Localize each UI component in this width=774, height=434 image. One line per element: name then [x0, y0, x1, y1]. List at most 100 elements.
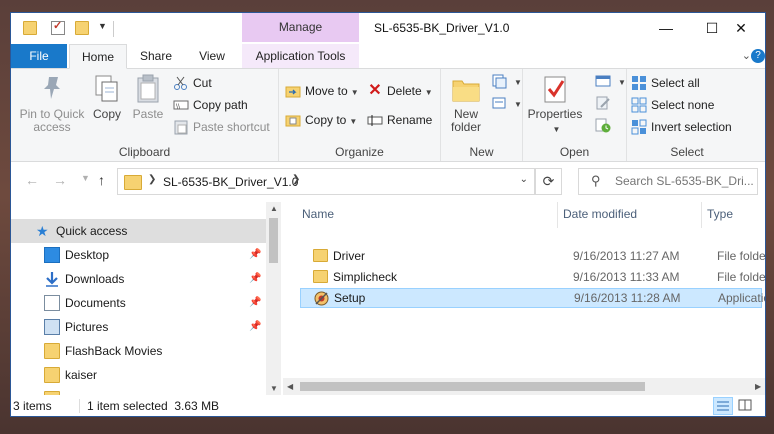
tab-share[interactable]: Share	[133, 44, 179, 68]
address-bar[interactable]: ❯ SL-6535-BK_Driver_V1.0 ❯ ⌄	[117, 168, 535, 195]
easy-access-button[interactable]: ▼	[491, 93, 522, 113]
pin-icon[interactable]: 📌	[249, 315, 261, 339]
folder-icon	[313, 249, 328, 262]
pin-icon[interactable]: 📌	[249, 267, 261, 291]
properties-check-icon[interactable]	[51, 19, 65, 35]
folder-icon	[124, 175, 142, 190]
nav-item-partial[interactable]	[11, 387, 266, 395]
manage-context-tab: Manage	[242, 13, 359, 42]
invert-selection-button[interactable]: Invert selection	[631, 117, 732, 137]
forward-arrow-icon[interactable]: →	[53, 172, 67, 188]
column-name[interactable]: Name	[302, 202, 334, 226]
breadcrumb-current[interactable]: SL-6535-BK_Driver_V1.0	[163, 175, 298, 189]
copy-path-button[interactable]: \\ Copy path	[173, 95, 248, 115]
tab-file[interactable]: File	[11, 44, 67, 68]
invert-selection-icon	[631, 119, 647, 135]
scrollbar-thumb[interactable]	[269, 218, 278, 263]
tab-application-tools[interactable]: Application Tools	[242, 44, 359, 68]
select-none-icon	[631, 97, 647, 113]
folder-icon	[313, 270, 328, 283]
search-input[interactable]	[613, 173, 757, 189]
window-title: SL-6535-BK_Driver_V1.0	[374, 21, 510, 35]
address-row: ← → ▼ ↑ ❯ SL-6535-BK_Driver_V1.0 ❯ ⌄ ⟳ ⚲	[11, 162, 765, 202]
breadcrumb-chevron-icon[interactable]: ❯	[292, 174, 300, 185]
open-group-label: Open	[559, 145, 590, 159]
setup-app-icon	[314, 291, 329, 306]
back-arrow-icon[interactable]: ←	[25, 172, 39, 188]
nav-item-flashback-movies[interactable]: FlashBack Movies	[11, 339, 266, 363]
status-bar: 3 items 1 item selected 3.63 MB	[11, 395, 765, 416]
new-group: New folder ▼ ▼ New	[441, 69, 523, 161]
copy-to-button[interactable]: Copy to ▼	[285, 110, 357, 130]
tab-view[interactable]: View	[191, 44, 233, 68]
large-icons-view-icon[interactable]	[736, 397, 756, 415]
new-group-label: New	[469, 145, 494, 159]
nav-item-downloads[interactable]: Downloads 📌	[11, 267, 266, 291]
select-none-button[interactable]: Select none	[631, 95, 714, 115]
pin-icon[interactable]: 📌	[249, 291, 261, 315]
history-button[interactable]	[595, 115, 615, 135]
cut-button[interactable]: Cut	[173, 73, 212, 93]
horizontal-scrollbar[interactable]: ◀ ▶	[283, 378, 765, 395]
pin-icon[interactable]: 📌	[249, 243, 261, 267]
scroll-right-icon[interactable]: ▶	[755, 382, 761, 391]
open-button[interactable]: ▼	[595, 71, 626, 91]
file-row-selected[interactable]: Setup 9/16/2013 11:28 AM Applicatio	[300, 288, 765, 308]
rename-button[interactable]: Rename	[367, 110, 432, 130]
scroll-left-icon[interactable]: ◀	[287, 382, 293, 391]
file-row[interactable]: Simplicheck 9/16/2013 11:33 AM File fold…	[300, 267, 765, 287]
paste-button[interactable]: Paste	[129, 73, 167, 121]
nav-quick-access[interactable]: ★ Quick access	[11, 219, 266, 243]
delete-button[interactable]: ✕ Delete ▼	[367, 81, 432, 101]
scroll-up-icon[interactable]: ▲	[270, 204, 278, 213]
properties-button[interactable]: Properties ▼	[525, 73, 585, 136]
details-view-icon[interactable]	[713, 397, 733, 415]
copy-path-icon: \\	[173, 97, 189, 113]
open-group: Properties ▼ ▼ Open	[523, 69, 627, 161]
close-button[interactable]: ✕	[718, 13, 764, 43]
new-folder-icon	[450, 73, 482, 105]
copy-button[interactable]: Copy	[89, 73, 125, 121]
column-type[interactable]: Type	[707, 202, 733, 226]
help-icon[interactable]: ?	[751, 49, 765, 63]
paste-shortcut-button[interactable]: Paste shortcut	[173, 117, 270, 137]
column-divider[interactable]	[557, 202, 558, 228]
breadcrumb-chevron-icon[interactable]: ❯	[148, 174, 156, 185]
properties-icon	[539, 73, 571, 105]
new-item-button[interactable]: ▼	[491, 71, 522, 91]
nav-item-kaiser[interactable]: kaiser	[11, 363, 266, 387]
ribbon: Pin to Quick access Copy Paste Cut \\ Cop…	[11, 69, 765, 162]
organize-group-label: Organize	[335, 145, 384, 159]
search-icon: ⚲	[591, 173, 601, 188]
scrollbar-thumb[interactable]	[300, 382, 645, 391]
file-row[interactable]: Driver 9/16/2013 11:27 AM File folder	[300, 246, 765, 266]
new-folder-button[interactable]: New folder	[443, 73, 489, 134]
clipboard-group: Pin to Quick access Copy Paste Cut \\ Cop…	[11, 69, 279, 161]
ribbon-expand-icon[interactable]: ⌄	[742, 44, 751, 68]
refresh-button[interactable]: ⟳	[535, 168, 562, 195]
delete-x-icon: ✕	[368, 81, 382, 99]
edit-button[interactable]	[595, 93, 615, 113]
column-date-modified[interactable]: Date modified	[563, 202, 637, 226]
select-all-button[interactable]: Select all	[631, 73, 700, 93]
scroll-down-icon[interactable]: ▼	[270, 384, 278, 393]
customize-quick-access-icon[interactable]: ▼	[98, 21, 107, 31]
minimize-button[interactable]: —	[643, 13, 689, 43]
nav-scrollbar[interactable]: ▲ ▼	[266, 202, 281, 395]
recent-locations-icon[interactable]: ▼	[81, 173, 90, 183]
up-arrow-icon[interactable]: ↑	[98, 172, 105, 188]
address-dropdown-icon[interactable]: ⌄	[520, 174, 528, 185]
pin-quick-access-button[interactable]: Pin to Quick access	[17, 73, 87, 134]
sort-ascending-icon: ^	[423, 202, 428, 207]
search-box[interactable]: ⚲	[578, 168, 758, 195]
nav-item-documents[interactable]: Documents 📌	[11, 291, 266, 315]
nav-item-pictures[interactable]: Pictures 📌	[11, 315, 266, 339]
copy-icon	[91, 73, 123, 105]
tab-home[interactable]: Home	[69, 44, 127, 69]
new-folder-quick-icon[interactable]	[75, 21, 89, 35]
column-divider[interactable]	[701, 202, 702, 228]
select-all-icon	[631, 75, 647, 91]
history-icon	[595, 117, 611, 133]
nav-item-desktop[interactable]: Desktop 📌	[11, 243, 266, 267]
move-to-button[interactable]: Move to ▼	[285, 81, 359, 101]
